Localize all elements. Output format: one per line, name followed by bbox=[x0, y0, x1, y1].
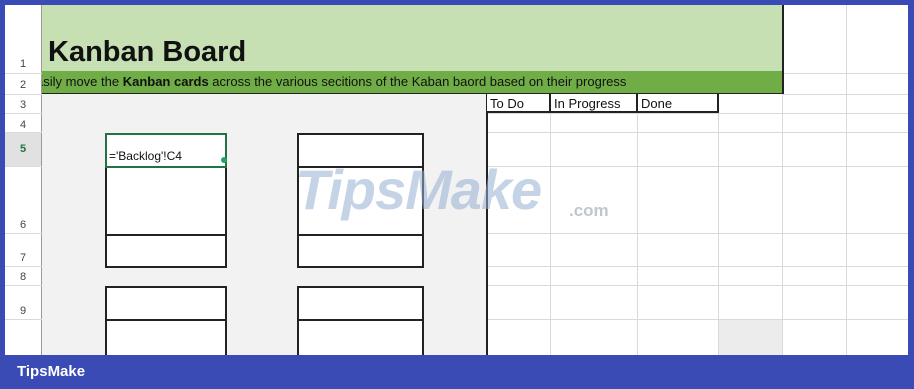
row-divider bbox=[5, 113, 42, 114]
gridline bbox=[782, 94, 783, 355]
footer-brand: TipsMake bbox=[17, 363, 86, 380]
title-band: Kanban Board bbox=[42, 5, 783, 71]
row-number-active[interactable]: 5 bbox=[5, 133, 41, 166]
row-number[interactable]: 9 bbox=[5, 305, 41, 317]
row-divider bbox=[5, 132, 42, 133]
row-number[interactable]: 7 bbox=[5, 252, 41, 264]
band-border bbox=[782, 5, 784, 94]
row-number[interactable]: 6 bbox=[5, 219, 41, 231]
row-number[interactable]: 1 bbox=[5, 58, 41, 70]
card-divider bbox=[299, 234, 422, 236]
watermark: TipsMake bbox=[295, 158, 542, 221]
kanban-card[interactable] bbox=[105, 286, 227, 355]
cell-formula: ='Backlog'!C4 bbox=[109, 149, 182, 163]
column-header-done[interactable]: Done bbox=[638, 94, 719, 113]
row-number[interactable]: 8 bbox=[5, 271, 41, 283]
row-divider bbox=[5, 94, 42, 95]
row-divider bbox=[5, 266, 42, 267]
row-divider bbox=[5, 319, 42, 320]
watermark-suffix: .com bbox=[569, 201, 609, 220]
subtitle-band: asily move the Kanban cards across the v… bbox=[42, 71, 783, 93]
highlighted-cell bbox=[719, 320, 782, 355]
column-header-in-progress[interactable]: In Progress bbox=[551, 94, 638, 113]
gridline bbox=[718, 94, 719, 355]
row-divider bbox=[5, 285, 42, 286]
row-divider bbox=[5, 73, 42, 74]
column-header-todo[interactable]: To Do bbox=[487, 94, 551, 113]
gridline bbox=[637, 113, 638, 355]
card-divider bbox=[107, 319, 225, 321]
gridline bbox=[846, 5, 847, 355]
card-divider bbox=[107, 234, 225, 236]
row-number[interactable]: 3 bbox=[5, 99, 41, 111]
spreadsheet-grid[interactable]: 1 2 3 4 5 6 7 8 9 Kanban Board asily mov… bbox=[5, 5, 908, 355]
page-title[interactable]: Kanban Board bbox=[48, 36, 246, 69]
subtitle-prefix: asily move the bbox=[42, 74, 123, 89]
card-divider bbox=[299, 319, 422, 321]
row-divider bbox=[5, 166, 42, 167]
footer-bar: TipsMake bbox=[0, 355, 914, 389]
kanban-card[interactable] bbox=[297, 286, 424, 355]
row-divider bbox=[5, 233, 42, 234]
row-number[interactable]: 2 bbox=[5, 79, 41, 91]
subtitle-suffix: across the various secitions of the Kaba… bbox=[208, 74, 627, 89]
selected-cell[interactable]: ='Backlog'!C4 bbox=[105, 133, 227, 168]
subtitle-text[interactable]: asily move the Kanban cards across the v… bbox=[42, 74, 639, 89]
row-number[interactable]: 4 bbox=[5, 119, 41, 131]
subtitle-bold: Kanban cards bbox=[122, 74, 209, 89]
gridline bbox=[550, 113, 551, 355]
fill-handle[interactable] bbox=[221, 157, 227, 163]
row-header-column: 1 2 3 4 5 6 7 8 9 bbox=[5, 5, 42, 355]
